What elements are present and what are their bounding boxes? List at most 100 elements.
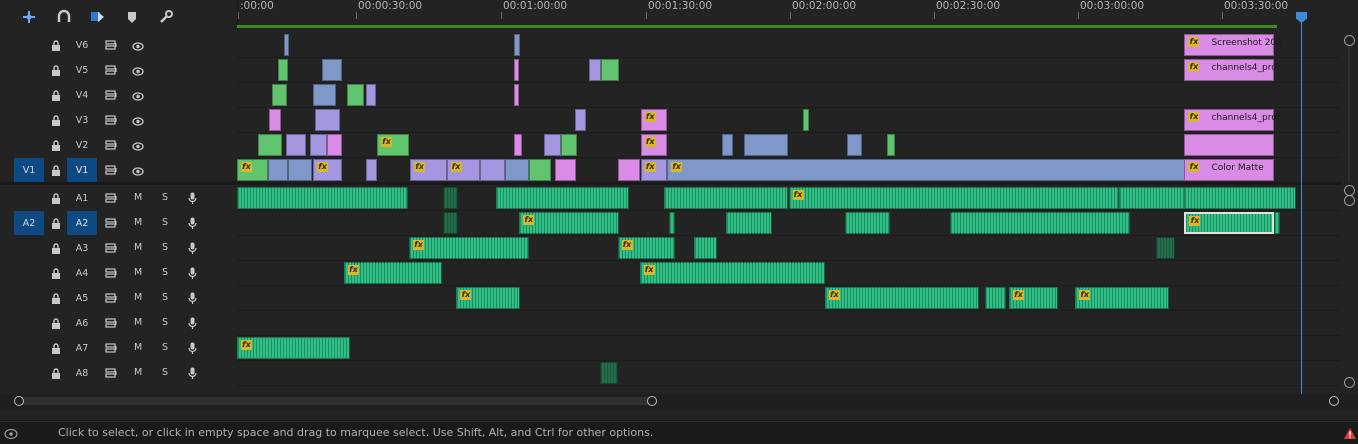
solo-button[interactable]: S (162, 242, 168, 253)
video-clip[interactable] (554, 159, 576, 181)
eye-icon[interactable] (132, 90, 144, 102)
video-clip[interactable]: fx (237, 159, 268, 181)
track-header-a8[interactable]: A8 M S (0, 361, 237, 386)
mute-button[interactable]: M (134, 367, 142, 378)
source-patch-v1[interactable]: V1 (14, 158, 44, 182)
audio-clip[interactable] (844, 212, 890, 234)
video-clip[interactable] (315, 109, 340, 131)
lock-icon[interactable] (50, 292, 62, 304)
audio-clip[interactable]: fx (788, 187, 1120, 209)
track-header-a1[interactable]: A1 M S (0, 186, 237, 211)
scroll-end-handle[interactable] (1329, 396, 1339, 406)
video-clip[interactable] (347, 84, 364, 106)
mute-button[interactable]: M (134, 192, 142, 203)
horizontal-scroll-thumb[interactable] (18, 397, 653, 405)
video-clip[interactable] (744, 134, 789, 156)
sync-lock-icon[interactable] (105, 267, 117, 279)
track-row-v5[interactable]: fx channels4_prof (237, 58, 1340, 83)
solo-button[interactable]: S (162, 267, 168, 278)
audio-clip[interactable] (1273, 212, 1281, 234)
video-clip[interactable] (366, 84, 376, 106)
video-clip[interactable]: fx (377, 134, 410, 156)
mute-button[interactable]: M (134, 342, 142, 353)
solo-button[interactable]: S (162, 317, 168, 328)
audio-clip[interactable]: fx (519, 212, 619, 234)
microphone-icon[interactable] (186, 242, 198, 254)
track-header-v5[interactable]: V5 (0, 58, 237, 83)
mute-button[interactable]: M (134, 217, 142, 228)
video-clip[interactable]: fx (640, 109, 668, 131)
lock-icon[interactable] (50, 192, 62, 204)
track-name-v2[interactable]: V2 (67, 133, 97, 157)
video-clip[interactable] (327, 134, 342, 156)
audio-clip[interactable] (1184, 187, 1296, 209)
sync-lock-icon[interactable] (105, 342, 117, 354)
video-clip[interactable]: fx (667, 159, 1186, 181)
track-name-a2[interactable]: A2 (67, 211, 97, 235)
audio-clip[interactable] (1155, 237, 1175, 259)
track-name-a8[interactable]: A8 (67, 361, 97, 385)
video-clip[interactable] (513, 84, 520, 106)
sync-lock-icon[interactable] (105, 139, 117, 151)
track-row-a8[interactable] (237, 361, 1340, 386)
audio-clip[interactable]: fx (409, 237, 530, 259)
track-header-a2[interactable]: A2 A2 M S (0, 211, 237, 236)
track-name-a4[interactable]: A4 (67, 261, 97, 285)
microphone-icon[interactable] (186, 267, 198, 279)
snap-icon[interactable] (56, 9, 72, 25)
audio-clip[interactable]: fx (1075, 287, 1170, 309)
video-clip[interactable]: fx channels4_prof (1184, 109, 1280, 131)
video-clip[interactable] (846, 134, 863, 156)
audio-clip[interactable] (443, 187, 458, 209)
video-clip[interactable]: fx channels4_prof (1184, 59, 1280, 81)
video-clip[interactable] (309, 134, 328, 156)
track-name-v4[interactable]: V4 (67, 83, 97, 107)
track-row-a5[interactable]: fx fx fx fx (237, 286, 1340, 311)
microphone-icon[interactable] (186, 342, 198, 354)
scroll-top-handle[interactable] (1344, 35, 1355, 46)
track-header-v1[interactable]: V1 V1 (0, 158, 237, 183)
audio-clip[interactable] (949, 212, 1131, 234)
sync-lock-icon[interactable] (105, 192, 117, 204)
lock-icon[interactable] (50, 342, 62, 354)
lock-icon[interactable] (50, 217, 62, 229)
video-clip[interactable] (284, 34, 289, 56)
video-clip[interactable] (505, 159, 530, 181)
video-clip[interactable] (561, 134, 577, 156)
track-header-a6[interactable]: A6 M S (0, 311, 237, 336)
audio-clip[interactable]: fx (1009, 287, 1058, 309)
video-clip[interactable]: fx (313, 159, 342, 181)
microphone-icon[interactable] (186, 292, 198, 304)
video-clip[interactable] (479, 159, 506, 181)
lock-icon[interactable] (50, 164, 62, 176)
audio-clip[interactable]: fx (639, 262, 825, 284)
video-clip[interactable] (366, 159, 378, 181)
track-name-a1[interactable]: A1 (67, 186, 97, 210)
microphone-icon[interactable] (186, 367, 198, 379)
track-header-a4[interactable]: A4 M S (0, 261, 237, 286)
track-name-a3[interactable]: A3 (67, 236, 97, 260)
track-header-a3[interactable]: A3 M S (0, 236, 237, 261)
lock-icon[interactable] (50, 367, 62, 379)
sync-lock-icon[interactable] (105, 242, 117, 254)
audio-clip[interactable] (1119, 187, 1186, 209)
eye-icon[interactable] (132, 140, 144, 152)
lock-icon[interactable] (50, 267, 62, 279)
video-clip[interactable]: fx Color Matte (1184, 159, 1274, 181)
track-name-v5[interactable]: V5 (67, 58, 97, 82)
video-clip[interactable] (802, 109, 810, 131)
lock-icon[interactable] (50, 89, 62, 101)
track-row-a6[interactable] (237, 311, 1340, 336)
lock-icon[interactable] (50, 139, 62, 151)
audio-clip[interactable]: fx (1184, 212, 1274, 234)
track-header-a7[interactable]: A7 M S (0, 336, 237, 361)
video-clip[interactable] (257, 134, 283, 156)
video-clip[interactable] (313, 84, 337, 106)
horizontal-scrollbar[interactable] (0, 394, 1358, 410)
mute-button[interactable]: M (134, 292, 142, 303)
work-area-bar[interactable] (237, 25, 1277, 28)
audio-clip[interactable]: fx (456, 287, 521, 309)
video-clip[interactable] (529, 159, 552, 181)
eye-icon[interactable] (132, 115, 144, 127)
sync-lock-icon[interactable] (105, 89, 117, 101)
